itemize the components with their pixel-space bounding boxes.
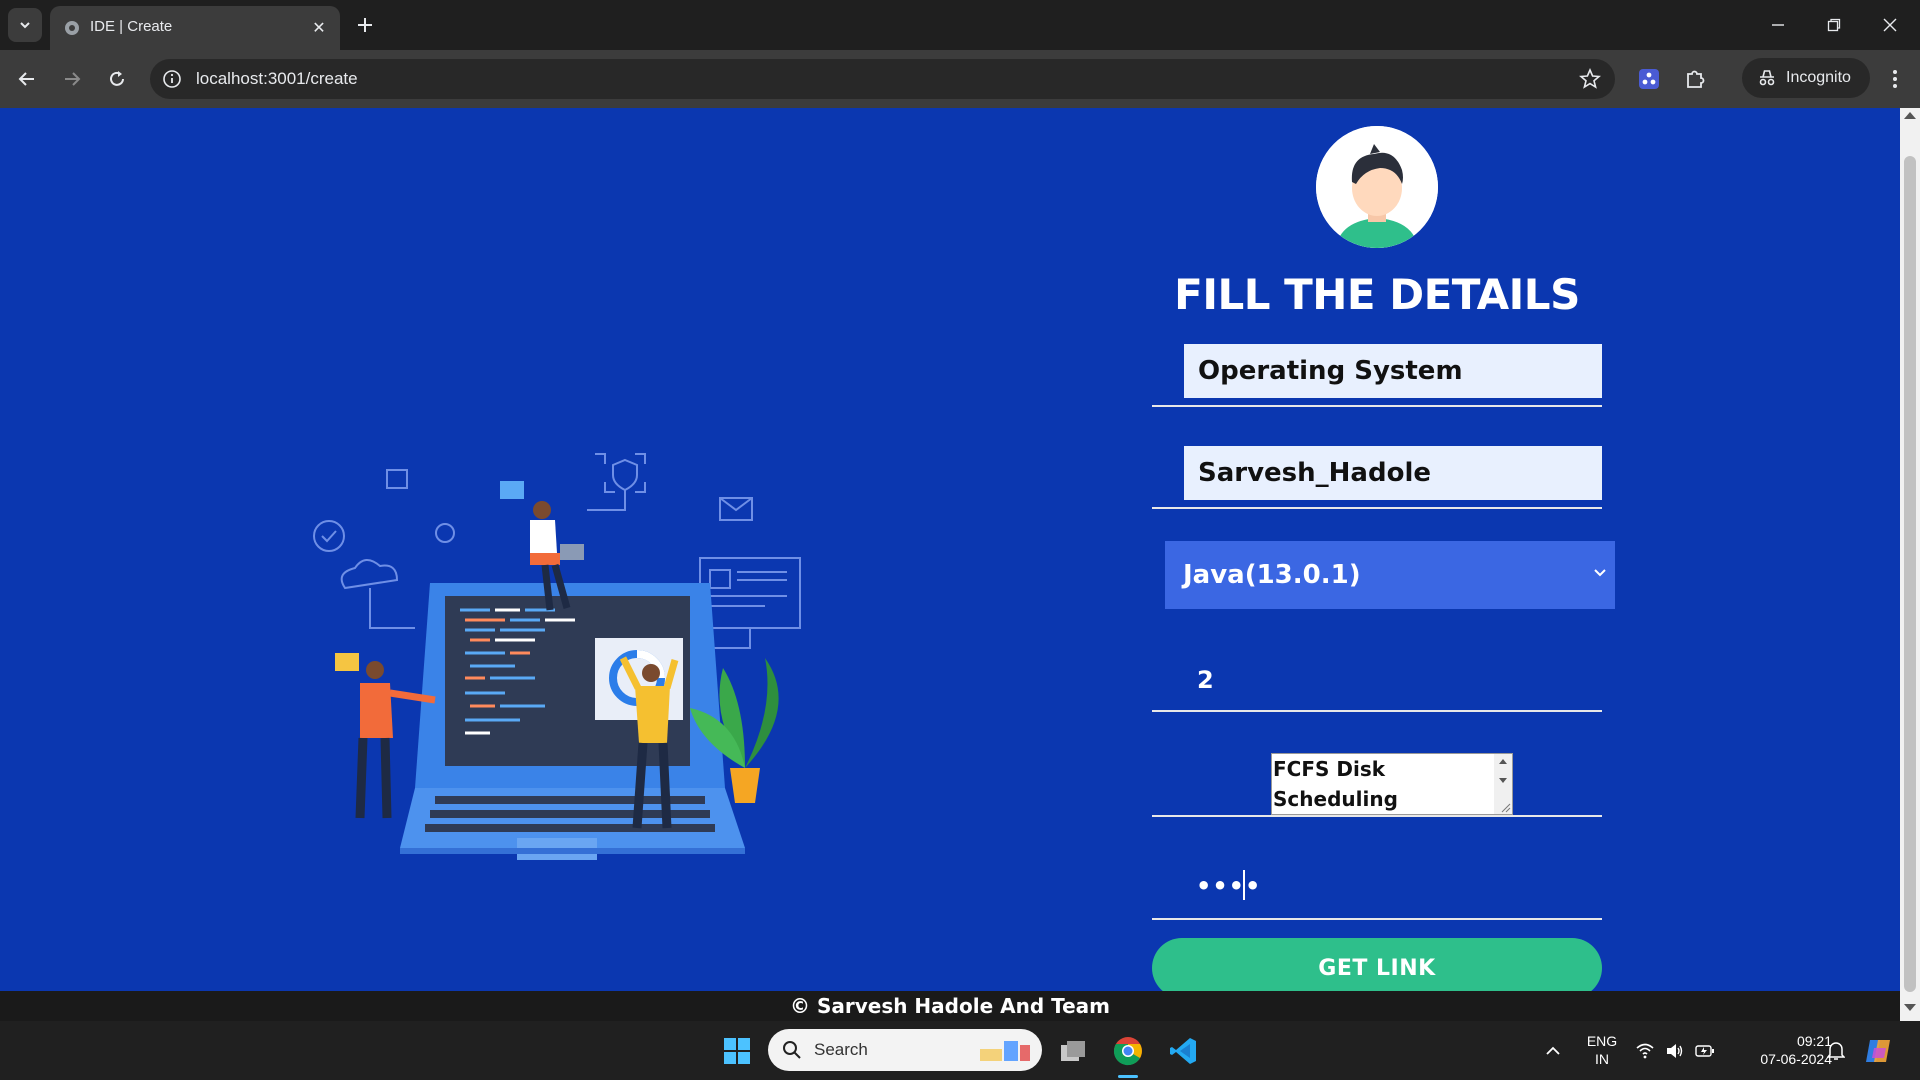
- url-text: localhost:3001/create: [196, 69, 358, 88]
- incognito-badge[interactable]: Incognito: [1742, 58, 1870, 98]
- wifi-icon[interactable]: [1630, 1030, 1660, 1072]
- taskbar-search[interactable]: Search: [768, 1029, 1042, 1071]
- browser-toolbar: localhost:3001/create Incognito: [0, 50, 1920, 108]
- volume-icon[interactable]: [1660, 1030, 1690, 1072]
- page-content: FILL THE DETAILS Operating System Sarves…: [0, 108, 1900, 991]
- language-selected: Java(13.0.1): [1183, 560, 1361, 590]
- scroll-up-arrow[interactable]: [1904, 112, 1916, 119]
- menu-icon[interactable]: [1880, 62, 1910, 96]
- search-highlight-icon: [980, 1041, 1030, 1061]
- info-icon[interactable]: [162, 69, 182, 89]
- description-line-1: FCFS Disk Scheduling: [1273, 757, 1398, 811]
- bell-icon[interactable]: [1818, 1030, 1854, 1072]
- minimize-icon[interactable]: [1758, 8, 1798, 42]
- search-label: Search: [814, 1040, 868, 1059]
- star-icon[interactable]: [1579, 68, 1601, 90]
- textarea-scrollbar[interactable]: [1494, 754, 1512, 814]
- back-icon[interactable]: [10, 62, 44, 96]
- page-footer: © Sarvesh Hadole And Team: [0, 991, 1900, 1021]
- chevron-down-icon: [1594, 569, 1606, 577]
- description-textarea[interactable]: FCFS Disk Scheduling algorithms: [1271, 753, 1513, 815]
- tab-search-icon[interactable]: [8, 8, 42, 42]
- tab-ide-create[interactable]: IDE | Create ✕: [50, 6, 340, 50]
- lang-top: ENG: [1586, 1033, 1618, 1049]
- chrome-active-indicator: [1118, 1075, 1138, 1078]
- tab-strip: IDE | Create ✕: [0, 0, 1920, 50]
- room-name-field: Operating System: [1152, 344, 1602, 407]
- scroll-down-arrow[interactable]: [1904, 1004, 1916, 1011]
- chrome-icon[interactable]: [1107, 1030, 1149, 1072]
- form-title: FILL THE DETAILS: [1174, 270, 1580, 319]
- lang-bottom: IN: [1595, 1051, 1609, 1067]
- coding-team-illustration: [313, 453, 801, 860]
- taskbar: Search ENG IN 09:21 07-06-2024: [0, 1021, 1920, 1080]
- globe-icon: [65, 21, 79, 35]
- battery-icon[interactable]: [1690, 1030, 1720, 1072]
- room-name-input[interactable]: Operating System: [1184, 344, 1602, 398]
- windows-start-icon[interactable]: [716, 1030, 758, 1072]
- password-field[interactable]: ••••: [1152, 856, 1602, 920]
- get-link-button[interactable]: GET LINK: [1152, 938, 1602, 991]
- tab-title: IDE | Create: [90, 18, 173, 35]
- restore-icon[interactable]: [1814, 8, 1854, 42]
- search-icon: [783, 1041, 801, 1059]
- number-field[interactable]: 2: [1152, 648, 1602, 712]
- task-view-icon[interactable]: [1052, 1030, 1094, 1072]
- incognito-icon: [1759, 70, 1775, 86]
- number-input[interactable]: 2: [1197, 666, 1214, 694]
- scroll-thumb[interactable]: [1904, 156, 1916, 992]
- plus-icon[interactable]: [352, 12, 378, 38]
- description-line-2: algorithms: [1273, 814, 1512, 815]
- text-cursor: [1243, 870, 1245, 900]
- extension-icon[interactable]: [1632, 62, 1666, 96]
- language-indicator[interactable]: ENG IN: [1582, 1032, 1622, 1068]
- incognito-label: Incognito: [1786, 69, 1851, 86]
- close-icon[interactable]: ✕: [308, 16, 330, 38]
- chevron-up-icon[interactable]: [1532, 1030, 1574, 1072]
- puzzle-icon[interactable]: [1678, 62, 1712, 96]
- avatar: [1316, 126, 1438, 248]
- username-field: Sarvesh_Hadole: [1152, 446, 1602, 509]
- username-input[interactable]: Sarvesh_Hadole: [1184, 446, 1602, 500]
- copilot-icon[interactable]: [1858, 1030, 1900, 1072]
- close-window-icon[interactable]: [1870, 8, 1910, 42]
- password-input[interactable]: ••••: [1196, 872, 1261, 900]
- forward-icon[interactable]: [55, 62, 89, 96]
- language-select[interactable]: Java(13.0.1): [1165, 541, 1615, 609]
- reload-icon[interactable]: [100, 62, 134, 96]
- vscode-icon[interactable]: [1162, 1030, 1204, 1072]
- page-scrollbar[interactable]: [1900, 108, 1920, 1021]
- address-bar[interactable]: localhost:3001/create: [150, 59, 1615, 99]
